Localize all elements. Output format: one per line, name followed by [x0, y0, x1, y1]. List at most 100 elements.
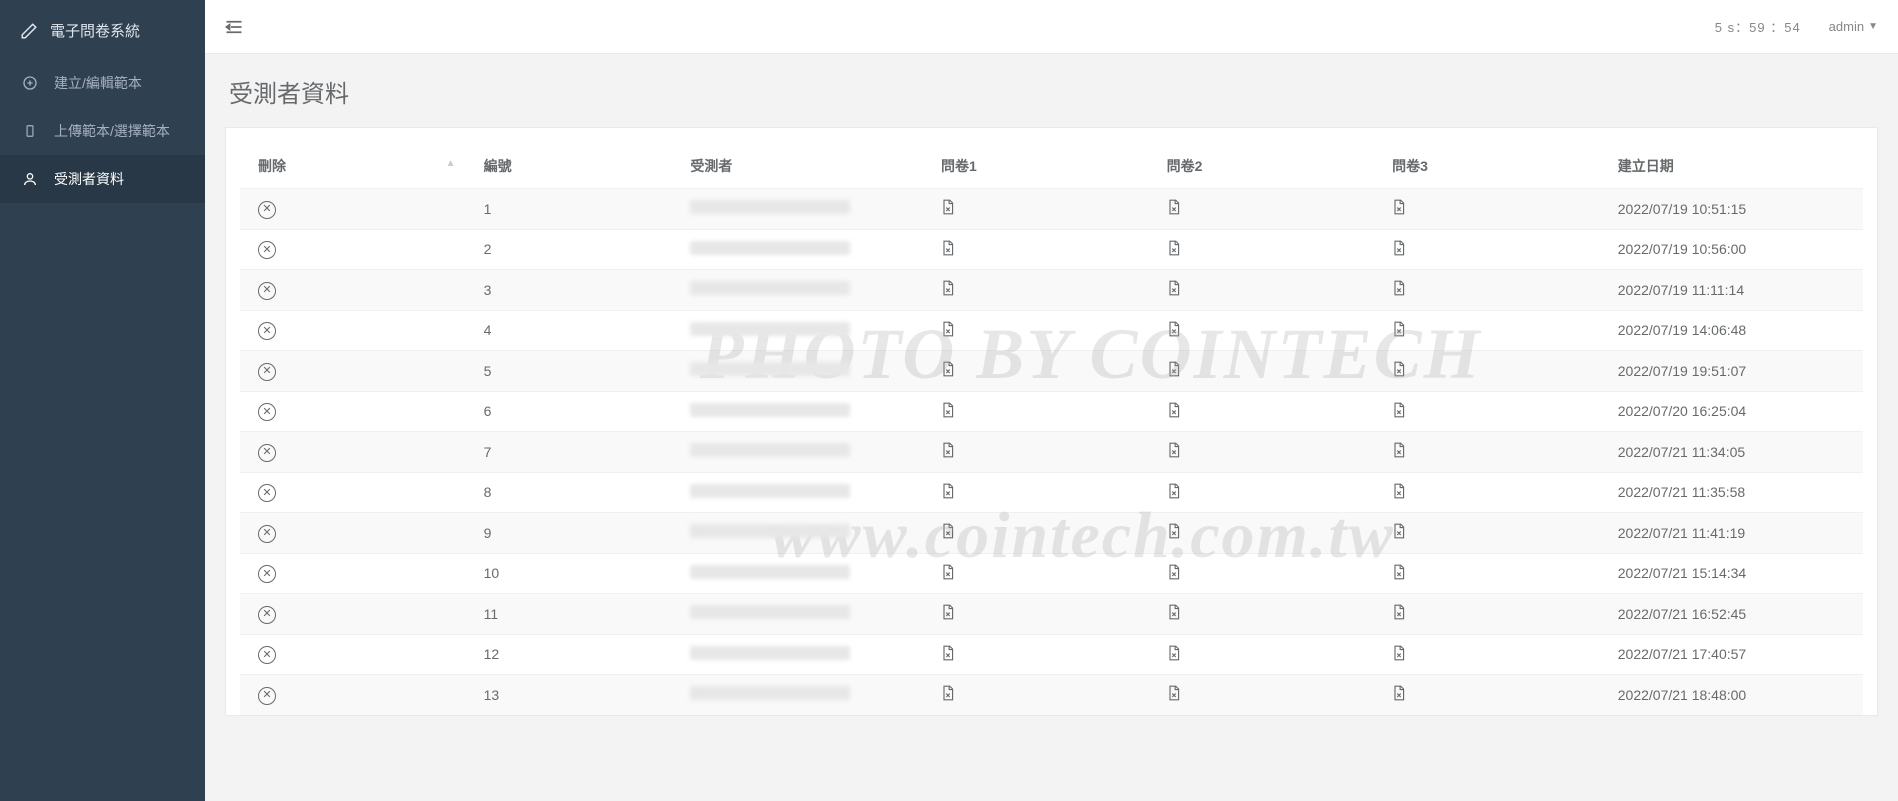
- cell-subject: [672, 594, 923, 635]
- cell-no: 2: [466, 229, 673, 270]
- subject-redacted: [690, 443, 850, 457]
- file-icon[interactable]: [1392, 321, 1406, 337]
- cell-created: 2022/07/21 18:48:00: [1600, 675, 1863, 715]
- file-icon[interactable]: [941, 402, 955, 418]
- sidebar-item-subject-data[interactable]: 受測者資料: [0, 155, 205, 203]
- th-q2[interactable]: 問卷2: [1149, 146, 1375, 189]
- file-icon[interactable]: [1392, 402, 1406, 418]
- file-icon[interactable]: [1392, 361, 1406, 377]
- sidebar-item-label: 建立/編輯範本: [54, 73, 142, 93]
- delete-button[interactable]: ✕: [258, 282, 276, 300]
- file-icon[interactable]: [1167, 321, 1181, 337]
- th-created[interactable]: 建立日期: [1600, 146, 1863, 189]
- file-icon[interactable]: [1392, 199, 1406, 215]
- topbar: 5 s：59 ：54 admin ▼: [205, 0, 1898, 54]
- cell-no: 12: [466, 634, 673, 675]
- device-icon: [20, 123, 40, 139]
- cell-subject: [672, 634, 923, 675]
- file-icon[interactable]: [1392, 604, 1406, 620]
- file-icon[interactable]: [1167, 442, 1181, 458]
- delete-button[interactable]: ✕: [258, 241, 276, 259]
- file-icon[interactable]: [1392, 240, 1406, 256]
- file-icon[interactable]: [941, 240, 955, 256]
- pencil-icon: [20, 22, 38, 40]
- file-icon[interactable]: [1167, 361, 1181, 377]
- file-icon[interactable]: [1392, 523, 1406, 539]
- file-icon[interactable]: [941, 645, 955, 661]
- delete-button[interactable]: ✕: [258, 565, 276, 583]
- file-icon[interactable]: [1392, 685, 1406, 701]
- table-row: ✕82022/07/21 11:35:58: [240, 472, 1863, 513]
- delete-button[interactable]: ✕: [258, 322, 276, 340]
- delete-button[interactable]: ✕: [258, 403, 276, 421]
- table-row: ✕42022/07/19 14:06:48: [240, 310, 1863, 351]
- file-icon[interactable]: [1167, 402, 1181, 418]
- delete-button[interactable]: ✕: [258, 687, 276, 705]
- user-menu[interactable]: admin ▼: [1829, 19, 1878, 34]
- cell-subject: [672, 513, 923, 554]
- chevron-down-icon: ▼: [1868, 21, 1878, 32]
- file-icon[interactable]: [941, 685, 955, 701]
- subject-redacted: [690, 362, 850, 376]
- th-delete[interactable]: 刪除 ▲: [240, 146, 466, 189]
- subject-redacted: [690, 200, 850, 214]
- file-icon[interactable]: [941, 280, 955, 296]
- th-subject[interactable]: 受測者: [672, 146, 923, 189]
- file-icon[interactable]: [941, 483, 955, 499]
- file-icon[interactable]: [1392, 442, 1406, 458]
- delete-button[interactable]: ✕: [258, 201, 276, 219]
- delete-button[interactable]: ✕: [258, 646, 276, 664]
- th-q3[interactable]: 問卷3: [1374, 146, 1600, 189]
- page-heading: 受測者資料: [205, 54, 1898, 127]
- th-no[interactable]: 編號: [466, 146, 673, 189]
- file-icon[interactable]: [1392, 483, 1406, 499]
- delete-button[interactable]: ✕: [258, 525, 276, 543]
- subject-redacted: [690, 524, 850, 538]
- file-icon[interactable]: [1392, 280, 1406, 296]
- delete-button[interactable]: ✕: [258, 484, 276, 502]
- cell-created: 2022/07/19 10:56:00: [1600, 229, 1863, 270]
- sidebar-toggle-button[interactable]: [225, 20, 243, 34]
- file-icon[interactable]: [1167, 645, 1181, 661]
- file-icon[interactable]: [1167, 199, 1181, 215]
- delete-button[interactable]: ✕: [258, 606, 276, 624]
- file-icon[interactable]: [941, 199, 955, 215]
- session-timer: 5 s：59 ：54: [1715, 17, 1801, 36]
- file-icon[interactable]: [941, 361, 955, 377]
- file-icon[interactable]: [941, 523, 955, 539]
- cell-created: 2022/07/21 11:35:58: [1600, 472, 1863, 513]
- th-q1[interactable]: 問卷1: [923, 146, 1149, 189]
- file-icon[interactable]: [941, 321, 955, 337]
- subject-redacted: [690, 484, 850, 498]
- user-icon: [20, 171, 40, 187]
- file-icon[interactable]: [1167, 523, 1181, 539]
- page-title: 受測者資料: [229, 74, 1874, 109]
- subject-redacted: [690, 646, 850, 660]
- file-icon[interactable]: [1167, 564, 1181, 580]
- sidebar-item-create-template[interactable]: 建立/編輯範本: [0, 59, 205, 107]
- sidebar-item-upload-template[interactable]: 上傳範本/選擇範本: [0, 107, 205, 155]
- file-icon[interactable]: [941, 442, 955, 458]
- cell-no: 10: [466, 553, 673, 594]
- cell-created: 2022/07/21 15:14:34: [1600, 553, 1863, 594]
- file-icon[interactable]: [941, 564, 955, 580]
- file-icon[interactable]: [1392, 564, 1406, 580]
- sidebar-item-label: 上傳範本/選擇範本: [54, 121, 170, 141]
- file-icon[interactable]: [1167, 280, 1181, 296]
- data-panel: PHOTO BY COINTECH www.cointech.com.tw 刪除…: [225, 127, 1878, 716]
- cell-created: 2022/07/21 11:34:05: [1600, 432, 1863, 473]
- user-name: admin: [1829, 19, 1864, 34]
- file-icon[interactable]: [941, 604, 955, 620]
- file-icon[interactable]: [1167, 685, 1181, 701]
- file-icon[interactable]: [1392, 645, 1406, 661]
- sidebar: 電子問卷系統 建立/編輯範本 上傳範本/選擇範本 受測者資料: [0, 0, 205, 801]
- cell-no: 7: [466, 432, 673, 473]
- cell-no: 5: [466, 351, 673, 392]
- table-row: ✕ 7 2022/07/21 11:34:05: [240, 432, 1863, 473]
- file-icon[interactable]: [1167, 604, 1181, 620]
- delete-button[interactable]: ✕: [258, 363, 276, 381]
- file-icon[interactable]: [1167, 240, 1181, 256]
- file-icon[interactable]: [1167, 483, 1181, 499]
- delete-button[interactable]: ✕: [258, 444, 276, 462]
- nav: 建立/編輯範本 上傳範本/選擇範本 受測者資料: [0, 59, 205, 203]
